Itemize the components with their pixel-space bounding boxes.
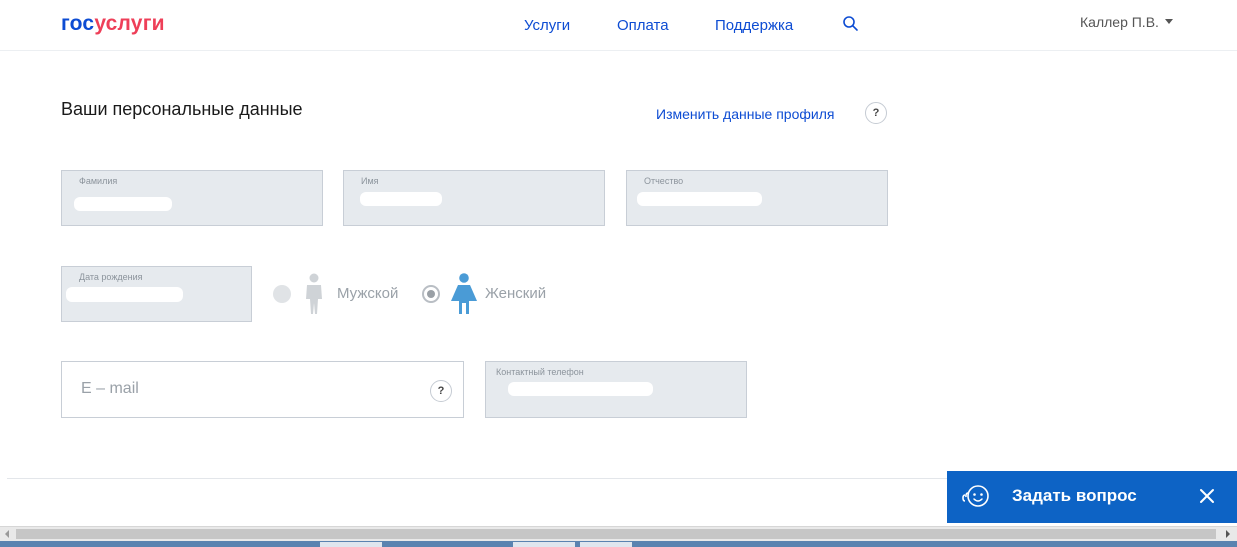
taskbar-button[interactable]	[513, 542, 575, 547]
surname-field: Фамилия	[61, 170, 323, 226]
gosuslugi-logo[interactable]: госуслуги	[61, 12, 165, 36]
edit-profile-link[interactable]: Изменить данные профиля	[656, 106, 834, 122]
redaction-mask	[508, 382, 653, 396]
taskbar-strip	[0, 541, 1237, 547]
taskbar-button[interactable]	[580, 542, 632, 547]
close-icon[interactable]	[1197, 486, 1217, 506]
phone-label: Контактный телефон	[496, 367, 584, 377]
redaction-mask	[360, 192, 442, 206]
logo-part-uslugi: услуги	[94, 12, 165, 35]
help-icon[interactable]: ?	[865, 102, 887, 124]
user-name: Каллер П.В.	[1080, 14, 1159, 30]
scroll-left-icon[interactable]	[5, 530, 9, 538]
redaction-mask	[66, 287, 183, 302]
female-person-icon	[451, 273, 477, 314]
top-header: госуслуги Услуги Оплата Поддержка Каллер…	[0, 0, 1237, 51]
search-icon[interactable]	[842, 15, 860, 33]
user-menu[interactable]: Каллер П.В.	[1080, 14, 1173, 30]
name-label: Имя	[361, 176, 379, 186]
nav-support[interactable]: Поддержка	[715, 17, 793, 34]
page-title: Ваши персональные данные	[61, 99, 303, 119]
birthdate-label: Дата рождения	[79, 272, 143, 282]
scrollbar-thumb[interactable]	[16, 529, 1216, 539]
email-placeholder: E – mail	[81, 380, 139, 397]
email-help-icon[interactable]: ?	[430, 380, 452, 402]
nav-payment[interactable]: Оплата	[617, 17, 669, 34]
phone-field: Контактный телефон	[485, 361, 747, 418]
gender-male-radio[interactable]	[273, 285, 291, 303]
male-person-icon	[306, 273, 322, 314]
footer-divider	[7, 478, 947, 479]
logo-part-gos: гос	[61, 12, 95, 35]
name-field: Имя	[343, 170, 605, 226]
birthdate-field: Дата рождения	[61, 266, 252, 322]
gender-male-label[interactable]: Мужской	[337, 285, 398, 302]
scroll-right-icon[interactable]	[1226, 530, 1230, 538]
support-agent-icon	[962, 485, 989, 507]
ask-question-label: Задать вопрос	[1012, 486, 1137, 505]
redaction-mask	[74, 197, 172, 211]
patronymic-field: Отчество	[626, 170, 888, 226]
email-field[interactable]: E – mail	[61, 361, 464, 418]
surname-label: Фамилия	[79, 176, 118, 186]
nav-services[interactable]: Услуги	[524, 17, 570, 34]
gender-female-label[interactable]: Женский	[485, 285, 546, 302]
taskbar-button[interactable]	[320, 542, 382, 547]
horizontal-scrollbar[interactable]	[0, 526, 1237, 541]
gender-female-radio[interactable]	[422, 285, 440, 303]
patronymic-label: Отчество	[644, 176, 684, 186]
ask-question-widget[interactable]: Задать вопрос	[947, 471, 1237, 523]
chevron-down-icon	[1164, 18, 1173, 24]
redaction-mask	[637, 192, 762, 206]
